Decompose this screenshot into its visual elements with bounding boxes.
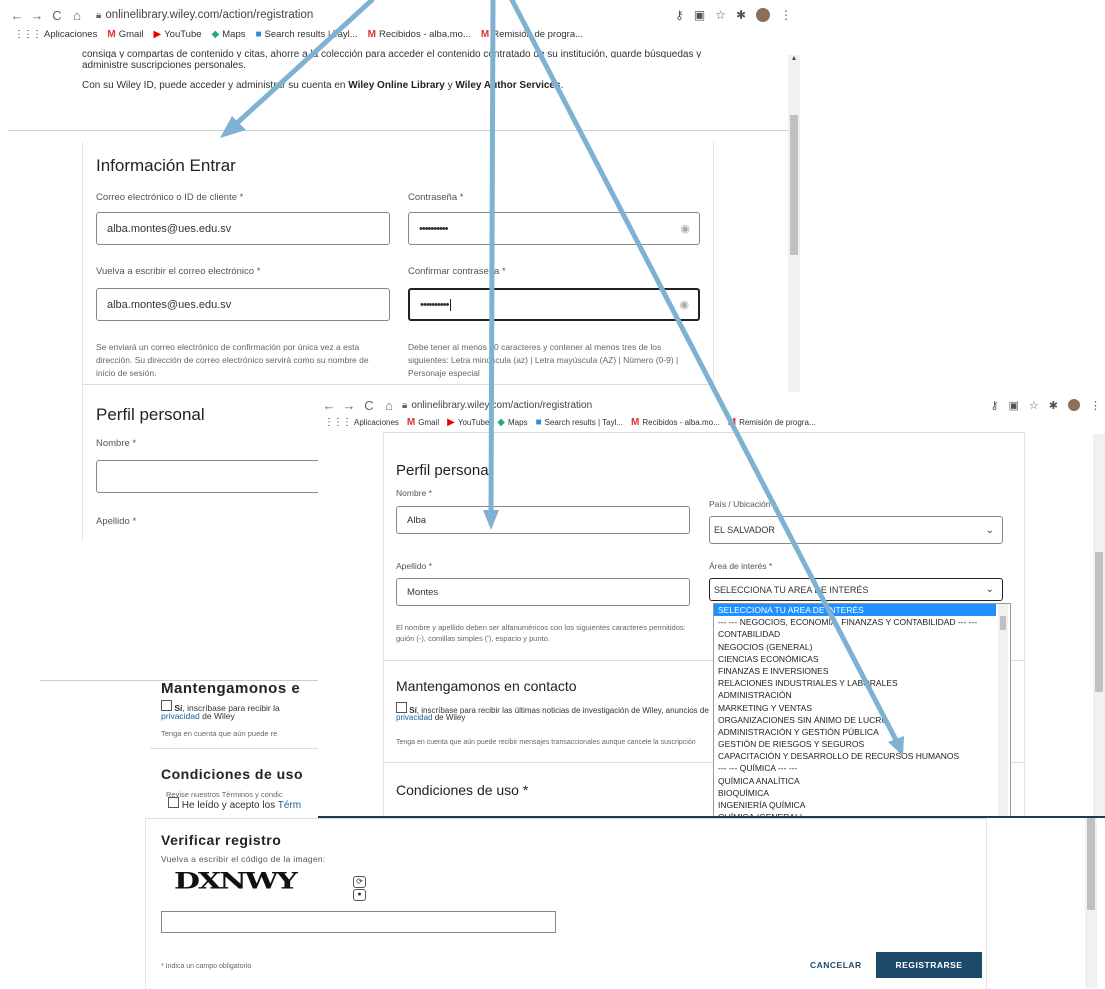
arrow-to-login bbox=[220, 0, 375, 138]
arrow-to-profile bbox=[483, 0, 499, 530]
arrow-to-register bbox=[509, 0, 904, 756]
annotation-arrows bbox=[220, 0, 904, 756]
